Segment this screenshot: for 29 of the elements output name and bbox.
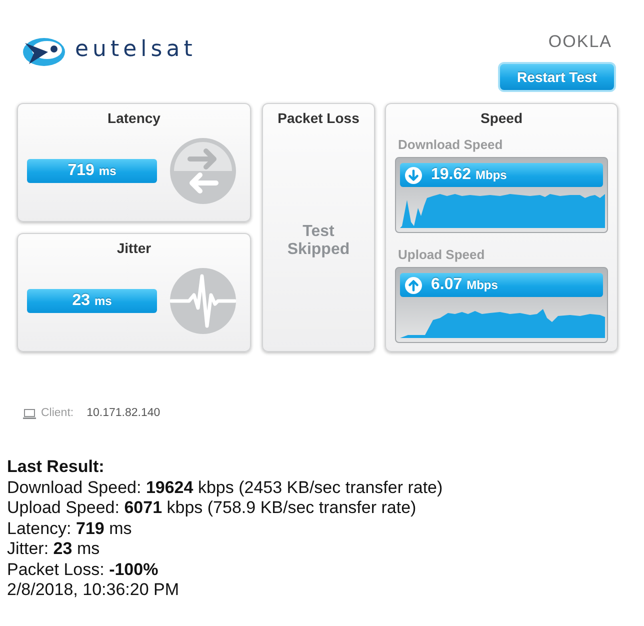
client-label: Client: [41,407,74,420]
client-ip-address: 10.171.82.140 [86,407,160,420]
card-title: Latency [108,109,160,127]
speed-label: Download Speed [398,138,503,152]
partner-logo-text: OOKLA [548,32,612,52]
result-line: Latency: 719 ms [7,518,133,539]
brand-logo-text: eutelsat [75,37,196,63]
result-line: 2/8/2018, 10:36:20 PM [7,580,180,600]
result-line: Upload Speed: 6071 kbps (758.9 KB/sec transfer rate) [7,498,418,518]
restart-test-button[interactable]: Restart Test [498,62,616,92]
last-result-heading: Last Result: [7,457,106,478]
swirl-logo-icon [22,37,66,67]
card-title: Speed [480,109,522,127]
up-arrow-circle-icon [405,276,422,294]
reading-value: 719 ms [68,162,116,180]
down-arrow-circle-icon [405,166,422,184]
two-arrows-circle-icon [170,138,236,204]
laptop-icon [23,408,36,418]
speed-value: 19.62 Mbps [431,166,507,184]
card-title: Jitter [116,239,152,257]
result-line: Jitter: 23 ms [7,539,101,560]
result-line: Packet Loss: -100% [7,560,160,580]
speed-value: 6.07 Mbps [431,276,498,294]
test-status-text: Test Skipped [286,223,351,259]
speed-label: Upload Speed [398,248,485,262]
pulse-circle-icon [170,268,236,334]
card-title: Packet Loss [278,109,360,127]
result-line: Download Speed: 19624 kbps (2453 KB/sec transfer rate) [7,478,444,498]
reading-value: 23 ms [72,292,112,310]
